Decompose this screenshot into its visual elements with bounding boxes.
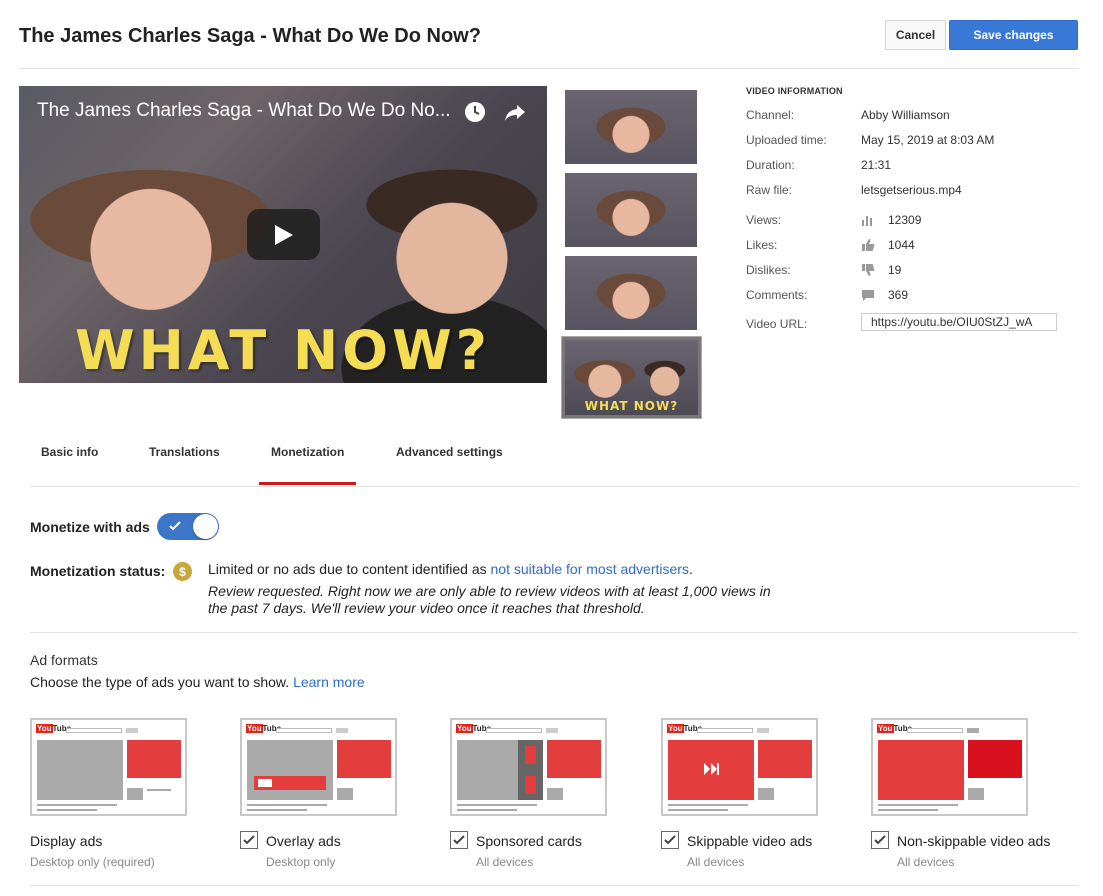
checkmark-icon: [243, 835, 255, 845]
thumbs-up-icon: [862, 239, 875, 251]
duration-label: Duration:: [746, 158, 795, 172]
tab-advanced-settings[interactable]: Advanced settings: [396, 445, 503, 459]
uploaded-value: May 15, 2019 at 8:03 AM: [861, 133, 995, 147]
checkmark-icon: [453, 835, 465, 845]
learn-more-link[interactable]: Learn more: [293, 674, 365, 690]
tab-translations[interactable]: Translations: [149, 445, 220, 459]
cancel-button[interactable]: Cancel: [885, 20, 946, 50]
sponsored-cards-preview: YouTube: [450, 718, 607, 816]
non-skippable-ads-preview: YouTube: [871, 718, 1028, 816]
ad-formats-desc-text: Choose the type of ads you want to show.: [30, 674, 294, 690]
overlay-ads-checkbox[interactable]: [240, 831, 258, 849]
video-url-label: Video URL:: [746, 317, 808, 331]
status-suffix: .: [688, 561, 693, 577]
play-button[interactable]: [247, 209, 320, 260]
comment-icon: [862, 290, 874, 301]
monetize-label: Monetize with ads: [30, 519, 150, 535]
watch-later-icon[interactable]: [463, 100, 487, 124]
thumbnail-text: WHAT NOW?: [584, 399, 679, 413]
skippable-ads-preview: YouTube: [661, 718, 818, 816]
rawfile-value: letsgetserious.mp4: [861, 183, 962, 197]
sponsored-cards-label: Sponsored cards: [476, 833, 582, 849]
dislikes-label: Dislikes:: [746, 263, 791, 277]
skippable-ads-sub: All devices: [687, 855, 745, 869]
thumbnail-option[interactable]: [565, 90, 697, 164]
duration-value: 21:31: [861, 158, 892, 172]
overlay-ads-sub: Desktop only: [266, 855, 336, 869]
video-player[interactable]: The James Charles Saga - What Do We Do N…: [19, 86, 547, 383]
share-icon[interactable]: [503, 100, 527, 124]
checkmark-icon: [874, 835, 886, 845]
sponsored-cards-checkbox[interactable]: [450, 831, 468, 849]
ad-formats-desc: Choose the type of ads you want to show.…: [30, 674, 365, 690]
non-skippable-ads-checkbox[interactable]: [871, 831, 889, 849]
views-icon: [862, 216, 872, 226]
non-skippable-ads-sub: All devices: [897, 855, 955, 869]
overlay-ads-label: Overlay ads: [266, 833, 341, 849]
video-info-heading: VIDEO INFORMATION: [746, 86, 843, 96]
likes-label: Likes:: [746, 238, 778, 252]
comments-value: 369: [888, 288, 909, 302]
page-title: The James Charles Saga - What Do We Do N…: [19, 25, 481, 47]
likes-value: 1044: [888, 238, 915, 252]
views-value: 12309: [888, 213, 922, 227]
thumbnail-option[interactable]: [565, 173, 697, 247]
tab-monetization[interactable]: Monetization: [271, 445, 344, 459]
bottom-divider: [30, 885, 1078, 886]
uploaded-label: Uploaded time:: [746, 133, 827, 147]
monetize-toggle[interactable]: [157, 513, 219, 540]
skippable-ads-checkbox[interactable]: [661, 831, 679, 849]
status-label: Monetization status:: [30, 563, 166, 579]
channel-label: Channel:: [746, 108, 795, 122]
skippable-ads-label: Skippable video ads: [687, 833, 813, 849]
video-url-field[interactable]: [861, 313, 1057, 331]
player-overlay-text: WHAT NOW?: [75, 319, 491, 382]
skip-forward-icon: [704, 763, 719, 775]
header-divider: [19, 68, 1078, 69]
channel-value: Abby Williamson: [861, 108, 950, 122]
checkmark-icon: [664, 835, 676, 845]
status-divider: [30, 632, 1078, 633]
display-ads-label: Display ads: [30, 833, 103, 849]
status-text: Limited or no ads due to content identif…: [208, 561, 693, 577]
thumbnail-option[interactable]: [565, 256, 697, 330]
tab-basic-info[interactable]: Basic info: [41, 445, 98, 459]
ad-formats-title: Ad formats: [30, 652, 98, 668]
views-label: Views:: [746, 213, 782, 227]
thumbs-down-icon: [862, 264, 875, 276]
save-changes-button[interactable]: Save changes: [949, 20, 1078, 50]
review-note: Review requested. Right now we are only …: [208, 583, 771, 616]
thumbnail-option-selected[interactable]: WHAT NOW?: [561, 336, 702, 419]
rawfile-label: Raw file:: [746, 183, 793, 197]
overlay-ads-preview: YouTube: [240, 718, 397, 816]
dollar-coin-icon: $: [173, 562, 192, 581]
display-ads-sub: Desktop only (required): [30, 855, 155, 869]
comments-label: Comments:: [746, 288, 808, 302]
check-icon: [169, 521, 181, 531]
player-title: The James Charles Saga - What Do We Do N…: [37, 100, 451, 121]
tab-active-underline: [259, 482, 356, 485]
non-skippable-ads-label: Non-skippable video ads: [897, 833, 1051, 849]
not-suitable-link[interactable]: not suitable for most advertisers: [491, 561, 689, 577]
sponsored-cards-sub: All devices: [476, 855, 534, 869]
dislikes-value: 19: [888, 263, 902, 277]
play-icon: [274, 224, 293, 245]
status-prefix: Limited or no ads due to content identif…: [208, 561, 491, 577]
toggle-knob: [193, 514, 218, 539]
tabs-divider: [30, 486, 1078, 487]
display-ads-preview: YouTube: [30, 718, 187, 816]
